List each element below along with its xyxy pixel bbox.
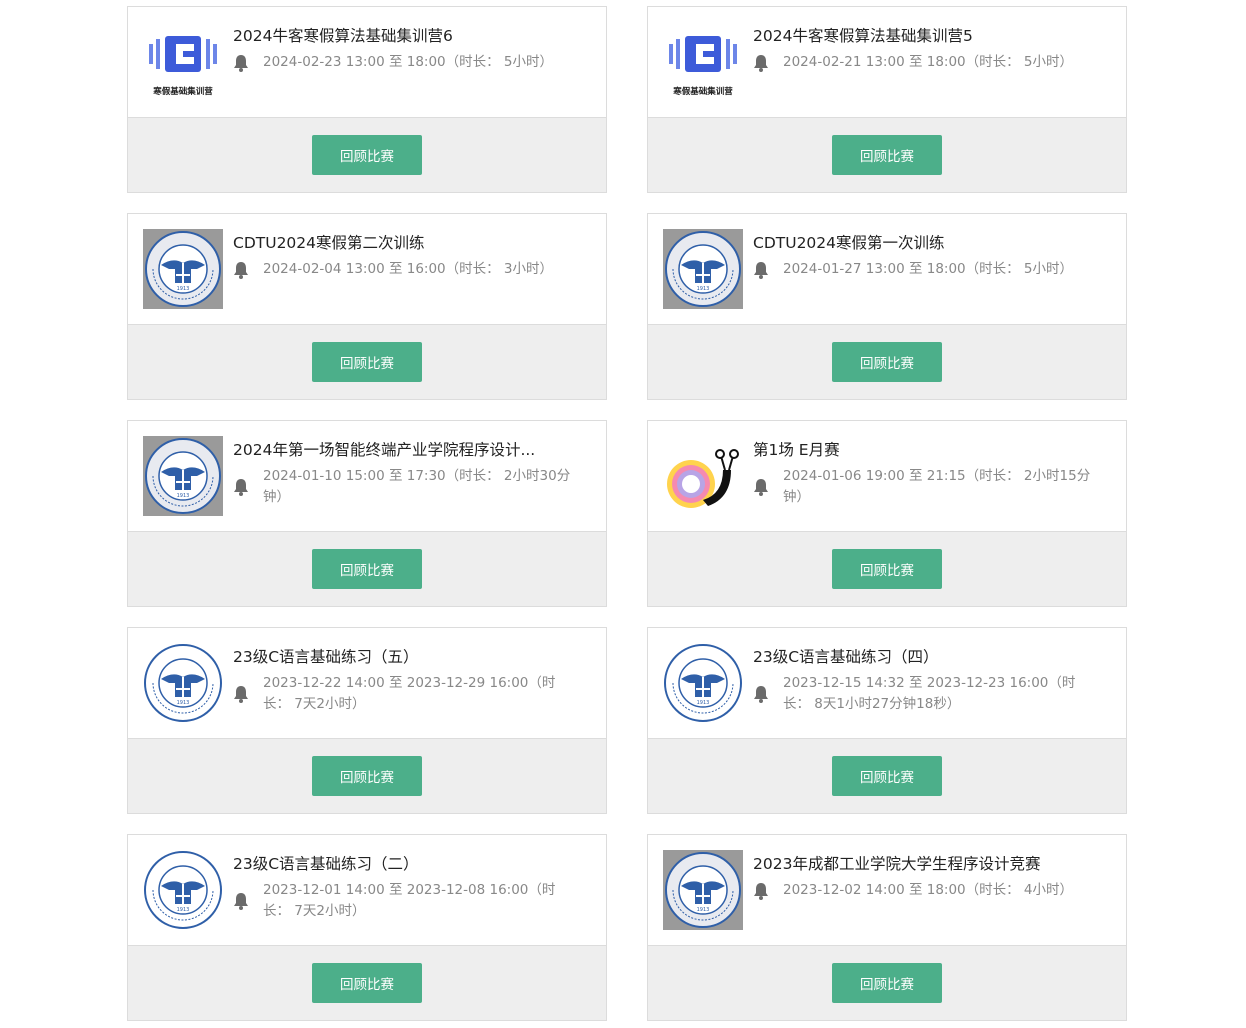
review-contest-button[interactable]: 回顾比赛 [312, 963, 422, 1003]
contest-card: 1913 2023年成都工业学院大学生程序设计竞赛 2023-12-02 14:… [647, 834, 1127, 1021]
contest-time: 2023-12-01 14:00 至 2023-12-08 16:00（时长： … [263, 882, 556, 919]
svg-text:1913: 1913 [697, 700, 710, 706]
contest-time: 2024-02-04 13:00 至 16:00（时长： 3小时） [263, 261, 554, 277]
contest-title[interactable]: 23级C语言基础练习（五） [233, 645, 583, 667]
bell-icon [233, 478, 255, 496]
contest-title[interactable]: 2024牛客寒假算法基础集训营5 [753, 24, 1103, 46]
university-seal-logo: 1913 [143, 643, 223, 723]
university-seal-logo: 1913 [663, 850, 743, 930]
contest-card: 1913 23级C语言基础练习（四） 2023-12-15 14:32 至 20… [647, 627, 1127, 814]
university-seal-logo: 1913 [143, 229, 223, 309]
bell-icon [753, 54, 775, 72]
review-contest-button[interactable]: 回顾比赛 [312, 135, 422, 175]
contest-time: 2023-12-02 14:00 至 18:00（时长： 4小时） [783, 882, 1074, 898]
contest-time: 2024-01-27 13:00 至 18:00（时长： 5小时） [783, 261, 1074, 277]
contest-title[interactable]: CDTU2024寒假第一次训练 [753, 231, 1103, 253]
svg-text:1913: 1913 [177, 286, 190, 292]
contest-title[interactable]: CDTU2024寒假第二次训练 [233, 231, 583, 253]
bell-icon [753, 261, 775, 279]
svg-text:1913: 1913 [697, 286, 710, 292]
contest-card: 寒假基础集训营 2024牛客寒假算法基础集训营5 2024-02-21 13:0… [647, 6, 1127, 193]
contest-title[interactable]: 23级C语言基础练习（二） [233, 852, 583, 874]
review-contest-button[interactable]: 回顾比赛 [832, 135, 942, 175]
contest-title[interactable]: 2024牛客寒假算法基础集训营6 [233, 24, 583, 46]
svg-text:1913: 1913 [177, 907, 190, 913]
bell-icon [233, 685, 255, 703]
contest-title[interactable]: 2024年第一场智能终端产业学院程序设计... [233, 438, 583, 460]
bell-icon [753, 478, 775, 496]
contest-time: 2024-01-06 19:00 至 21:15（时长： 2小时15分钟） [783, 468, 1091, 505]
snail-icon [663, 436, 743, 516]
contest-card: 1913 CDTU2024寒假第二次训练 2024-02-04 13:00 至 … [127, 213, 607, 400]
university-seal-logo: 1913 [663, 643, 743, 723]
bell-icon [233, 261, 255, 279]
contest-title[interactable]: 2023年成都工业学院大学生程序设计竞赛 [753, 852, 1103, 874]
svg-text:寒假基础集训营: 寒假基础集训营 [152, 86, 213, 97]
contest-card: 1913 23级C语言基础练习（五） 2023-12-22 14:00 至 20… [127, 627, 607, 814]
svg-text:1913: 1913 [177, 700, 190, 706]
review-contest-button[interactable]: 回顾比赛 [312, 756, 422, 796]
review-contest-button[interactable]: 回顾比赛 [832, 342, 942, 382]
university-seal-logo: 1913 [143, 850, 223, 930]
contest-time: 2024-01-10 15:00 至 17:30（时长： 2小时30分钟） [263, 468, 571, 505]
contest-card: 1913 CDTU2024寒假第一次训练 2024-01-27 13:00 至 … [647, 213, 1127, 400]
contest-card: 第1场 E月赛 2024-01-06 19:00 至 21:15（时长： 2小时… [647, 420, 1127, 607]
contest-time: 2023-12-22 14:00 至 2023-12-29 16:00（时长： … [263, 675, 556, 712]
niuke-camp-logo: 寒假基础集训营 [143, 22, 223, 102]
bell-icon [233, 892, 255, 910]
contest-time: 2024-02-23 13:00 至 18:00（时长： 5小时） [263, 54, 554, 70]
bell-icon [753, 882, 775, 900]
review-contest-button[interactable]: 回顾比赛 [312, 549, 422, 589]
contest-time: 2024-02-21 13:00 至 18:00（时长： 5小时） [783, 54, 1074, 70]
university-seal-logo: 1913 [663, 229, 743, 309]
contest-title[interactable]: 第1场 E月赛 [753, 438, 1103, 460]
review-contest-button[interactable]: 回顾比赛 [832, 549, 942, 589]
contest-title[interactable]: 23级C语言基础练习（四） [753, 645, 1103, 667]
review-contest-button[interactable]: 回顾比赛 [832, 756, 942, 796]
bell-icon [233, 54, 255, 72]
svg-text:1913: 1913 [177, 493, 190, 499]
contest-card: 1913 2024年第一场智能终端产业学院程序设计... 2024-01-10 … [127, 420, 607, 607]
bell-icon [753, 685, 775, 703]
university-seal-logo: 1913 [143, 436, 223, 516]
contest-time: 2023-12-15 14:32 至 2023-12-23 16:00（时长： … [783, 675, 1076, 712]
svg-text:1913: 1913 [697, 907, 710, 913]
review-contest-button[interactable]: 回顾比赛 [832, 963, 942, 1003]
niuke-camp-logo: 寒假基础集训营 [663, 22, 743, 102]
review-contest-button[interactable]: 回顾比赛 [312, 342, 422, 382]
contest-card: 1913 23级C语言基础练习（二） 2023-12-01 14:00 至 20… [127, 834, 607, 1021]
svg-text:寒假基础集训营: 寒假基础集训营 [672, 86, 733, 97]
contest-card: 寒假基础集训营 2024牛客寒假算法基础集训营6 2024-02-23 13:0… [127, 6, 607, 193]
